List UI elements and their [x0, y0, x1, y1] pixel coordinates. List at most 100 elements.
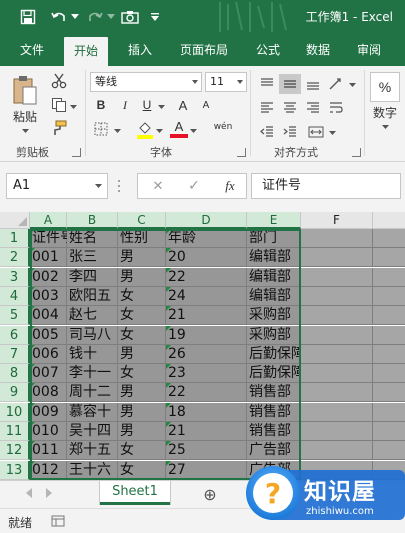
tab-review[interactable]: 审阅: [357, 34, 381, 66]
table-cell[interactable]: 女: [118, 364, 166, 384]
table-cell[interactable]: 26: [166, 344, 247, 364]
row-header-11[interactable]: 11: [0, 422, 30, 441]
table-cell[interactable]: [373, 267, 405, 287]
row-header-1[interactable]: 1: [0, 229, 30, 248]
column-header-d[interactable]: D: [166, 212, 247, 229]
table-cell[interactable]: 18: [166, 402, 247, 422]
table-cell[interactable]: 周十二: [67, 383, 118, 403]
row-header-2[interactable]: 2: [0, 248, 30, 268]
table-cell[interactable]: [301, 383, 373, 403]
table-cell[interactable]: [373, 325, 405, 345]
align-top-icon[interactable]: [256, 74, 278, 94]
sheet-tab-sheet1[interactable]: Sheet1: [100, 481, 170, 505]
paste-icon[interactable]: [10, 72, 40, 108]
borders-icon[interactable]: [92, 120, 110, 138]
table-cell[interactable]: 001: [30, 248, 67, 268]
paste-dropdown-icon[interactable]: [20, 126, 30, 136]
table-cell[interactable]: [301, 402, 373, 422]
font-color-button[interactable]: A: [170, 118, 188, 134]
wrap-text-icon[interactable]: [325, 98, 347, 118]
align-left-icon[interactable]: [256, 98, 278, 118]
save-icon[interactable]: [18, 7, 38, 27]
worksheet-grid[interactable]: A B C D E F 1 2 3 4 5 6 7 8 9 10 11 12 13 证件号 姓名 性别 年龄部…: [0, 212, 405, 480]
table-cell[interactable]: 006: [30, 344, 67, 364]
font-name-select[interactable]: 等线: [90, 72, 202, 92]
table-cell[interactable]: 钱十: [67, 344, 118, 364]
table-cell[interactable]: 男: [118, 422, 166, 441]
font-color-dropdown-icon[interactable]: [188, 126, 198, 136]
table-cell[interactable]: 证件号: [30, 229, 74, 248]
table-cell[interactable]: 002: [30, 267, 67, 287]
grow-font-button[interactable]: A: [175, 96, 191, 114]
table-cell[interactable]: [301, 267, 373, 287]
table-cell[interactable]: 19: [166, 325, 247, 345]
insert-function-button[interactable]: fx: [220, 177, 240, 195]
table-cell[interactable]: [373, 402, 405, 422]
table-cell[interactable]: [373, 344, 405, 364]
column-header-f[interactable]: F: [301, 212, 373, 229]
table-cell[interactable]: 销售部: [247, 422, 301, 441]
table-cell[interactable]: [373, 383, 405, 403]
macro-record-icon[interactable]: [50, 514, 66, 528]
table-cell[interactable]: 编辑部: [247, 267, 301, 287]
cell-area[interactable]: 证件号 姓名 性别 年龄 部门 001 张三男 20 编辑部 002 李四男 22 编辑部 003 欧阳五女…: [30, 229, 405, 480]
number-format-button[interactable]: %: [370, 72, 400, 102]
row-header-13[interactable]: 13: [0, 460, 30, 480]
table-cell[interactable]: 012: [30, 460, 67, 480]
table-cell[interactable]: 20: [166, 248, 247, 268]
table-cell[interactable]: 27: [166, 460, 247, 480]
table-cell[interactable]: 009: [30, 402, 67, 422]
tab-data[interactable]: 数据: [306, 34, 330, 66]
table-cell[interactable]: 司马八: [67, 325, 118, 345]
fill-color-icon[interactable]: [136, 120, 154, 140]
customize-qat-icon[interactable]: [148, 7, 162, 27]
table-cell[interactable]: [373, 364, 405, 384]
table-cell[interactable]: 22: [166, 383, 247, 403]
font-size-select[interactable]: 11: [205, 72, 247, 92]
resize-handle-icon[interactable]: [117, 178, 121, 194]
table-cell[interactable]: [301, 344, 373, 364]
column-header-a[interactable]: A: [30, 212, 67, 229]
add-sheet-button[interactable]: ⊕: [200, 484, 220, 504]
number-dropdown-icon[interactable]: [380, 122, 390, 132]
table-cell[interactable]: 李四: [67, 267, 118, 287]
table-cell[interactable]: 011: [30, 441, 67, 461]
row-header-4[interactable]: 4: [0, 286, 30, 306]
table-cell[interactable]: 采购部: [247, 325, 301, 345]
font-launcher-icon[interactable]: [237, 148, 246, 157]
enter-button[interactable]: ✓: [184, 177, 204, 195]
align-middle-icon[interactable]: [279, 74, 301, 94]
prev-sheet-icon[interactable]: [22, 486, 36, 500]
table-cell[interactable]: 003: [30, 286, 67, 306]
table-cell[interactable]: [373, 441, 405, 461]
formula-input[interactable]: 证件号: [251, 173, 401, 199]
table-cell[interactable]: 21: [166, 422, 247, 441]
table-cell[interactable]: 女: [118, 325, 166, 345]
format-painter-icon[interactable]: [50, 119, 68, 137]
underline-button[interactable]: U: [139, 96, 155, 114]
table-cell[interactable]: 010: [30, 422, 67, 441]
table-cell[interactable]: 005: [30, 325, 67, 345]
table-cell[interactable]: 007: [30, 364, 67, 384]
table-cell[interactable]: [373, 229, 405, 248]
table-cell[interactable]: 男: [118, 267, 166, 287]
merge-center-icon[interactable]: [305, 122, 327, 142]
tab-home[interactable]: 开始: [64, 37, 109, 66]
align-center-icon[interactable]: [279, 98, 301, 118]
row-header-9[interactable]: 9: [0, 383, 30, 403]
cut-icon[interactable]: [50, 72, 68, 90]
table-cell[interactable]: 23: [166, 364, 247, 384]
table-cell[interactable]: [373, 422, 405, 441]
name-box[interactable]: A1: [6, 173, 108, 199]
table-cell[interactable]: 男: [118, 402, 166, 422]
table-cell[interactable]: 女: [118, 441, 166, 461]
decrease-indent-icon[interactable]: [256, 122, 278, 142]
table-cell[interactable]: 吴十四: [67, 422, 118, 441]
table-cell[interactable]: 张三: [67, 248, 118, 268]
redo-icon[interactable]: [86, 7, 104, 27]
row-header-12[interactable]: 12: [0, 441, 30, 461]
bold-button[interactable]: B: [93, 96, 109, 114]
next-sheet-icon[interactable]: [42, 486, 56, 500]
table-cell[interactable]: 年龄: [166, 229, 247, 248]
copy-icon[interactable]: [50, 96, 68, 114]
